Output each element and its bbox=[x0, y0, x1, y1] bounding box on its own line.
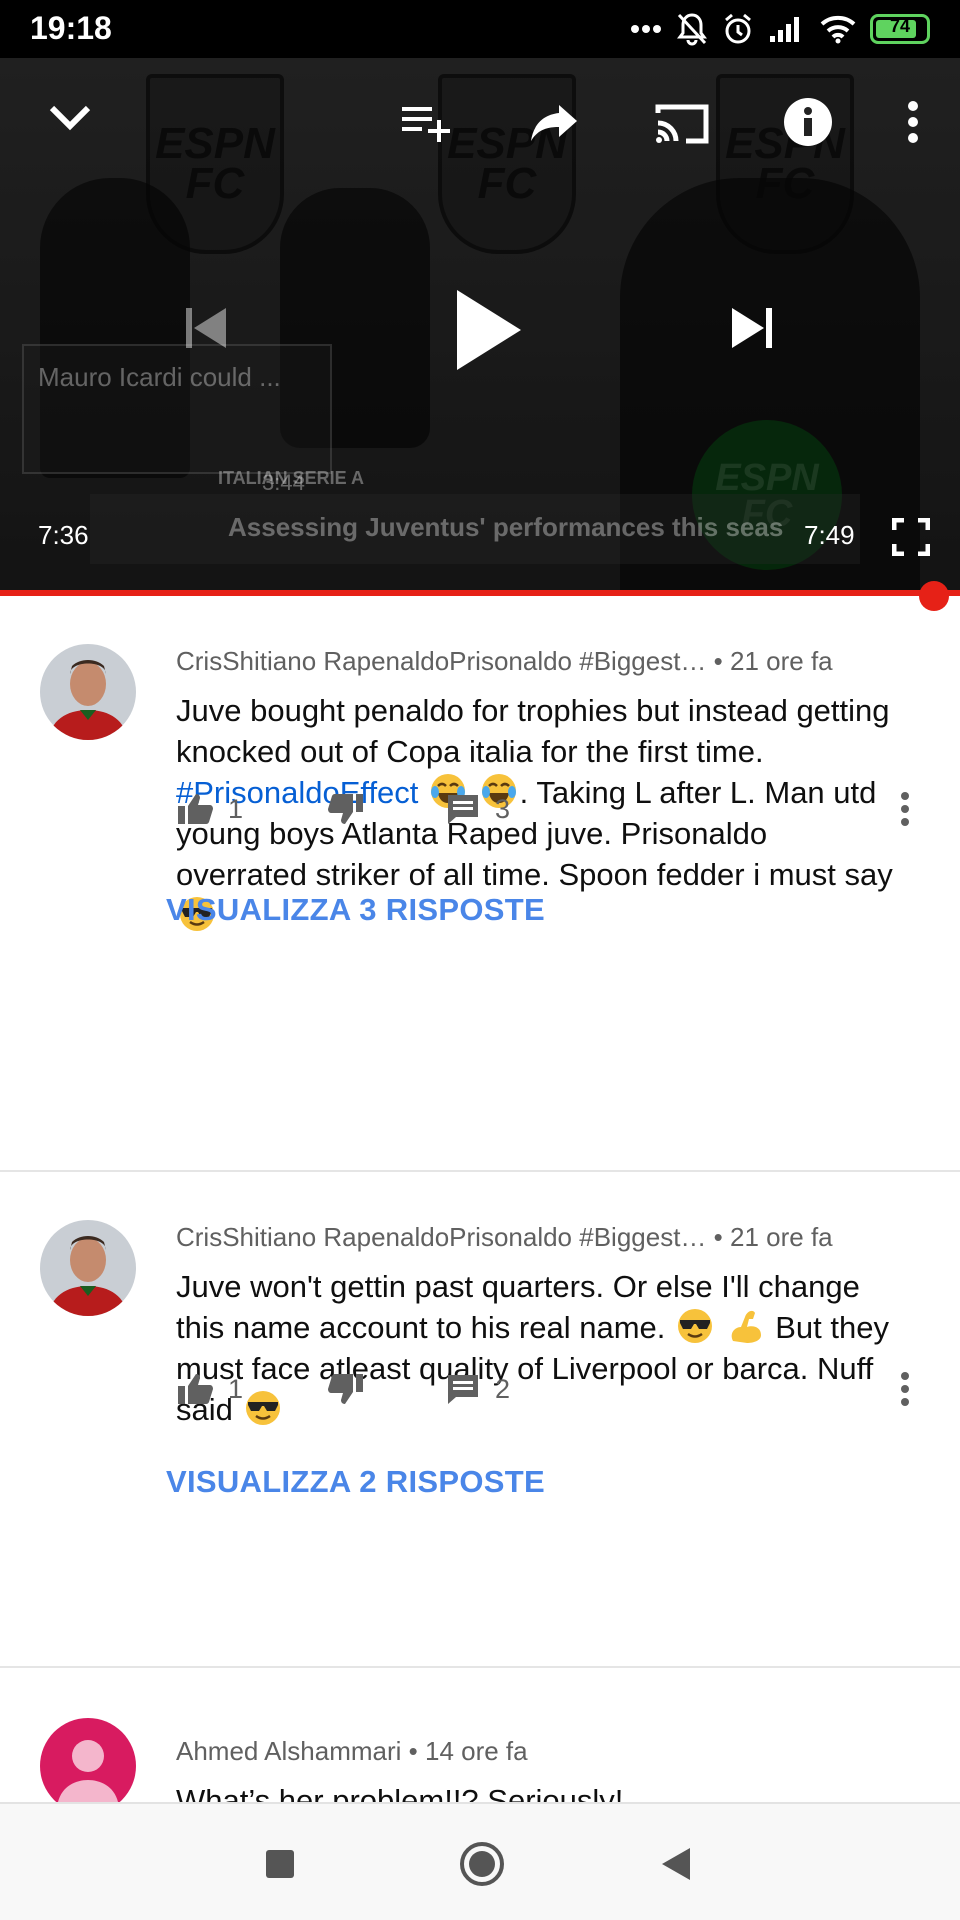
comment-icon bbox=[448, 1375, 479, 1404]
previous-icon bbox=[186, 308, 226, 348]
like-button[interactable]: 1 bbox=[176, 792, 243, 826]
endscreen-card-2[interactable]: Assessing Juventus' performances this se… bbox=[90, 494, 860, 564]
home-button[interactable] bbox=[450, 1832, 514, 1896]
like-button[interactable]: 1 bbox=[176, 1372, 243, 1406]
more-vert-icon bbox=[901, 792, 909, 826]
info-icon bbox=[784, 98, 832, 146]
comment-icon bbox=[448, 795, 479, 824]
cast-button[interactable] bbox=[650, 98, 714, 148]
system-navigation-bar bbox=[0, 1802, 960, 1920]
endscreen-title-1: Mauro Icardi could ... bbox=[38, 362, 281, 392]
progress-bar[interactable] bbox=[0, 590, 960, 596]
avatar[interactable] bbox=[40, 1718, 136, 1802]
video-player[interactable]: ESPN FC ESPN FC ESPN FC ESPN FC Mauro Ic… bbox=[0, 58, 960, 590]
share-button[interactable] bbox=[524, 98, 584, 148]
reply-count: 2 bbox=[495, 1373, 511, 1404]
player-more-button[interactable] bbox=[890, 94, 936, 150]
comment-author[interactable]: Ahmed Alshammari bbox=[176, 1736, 401, 1766]
comment-text: What’s her problem!!? Seriously! bbox=[176, 1783, 624, 1802]
divider bbox=[0, 1170, 960, 1172]
alarm-icon bbox=[725, 13, 751, 44]
play-button[interactable] bbox=[440, 280, 536, 380]
comment-actions: 1 3 bbox=[176, 784, 510, 834]
sunglasses-emoji-icon bbox=[678, 1309, 712, 1343]
view-replies-link[interactable]: VISUALIZZA 2 RISPOSTE bbox=[166, 1464, 545, 1500]
view-replies-link[interactable]: VISUALIZZA 3 RISPOSTE bbox=[166, 892, 545, 928]
comment-actions: 1 2 bbox=[176, 1364, 510, 1414]
wifi-icon bbox=[820, 15, 856, 44]
chevron-down-icon bbox=[49, 105, 91, 131]
comment-age: • 21 ore fa bbox=[713, 646, 833, 676]
signal-icon bbox=[770, 17, 799, 42]
reply-button[interactable]: 3 bbox=[445, 792, 510, 826]
user-avatar-image bbox=[40, 1220, 136, 1316]
thumb-down-icon bbox=[328, 1374, 364, 1404]
comment-author[interactable]: CrisShitiano RapenaldoPrisonaldo #Bigges… bbox=[176, 646, 706, 676]
avatar[interactable] bbox=[40, 1220, 136, 1316]
share-icon bbox=[531, 105, 577, 141]
fullscreen-icon bbox=[892, 518, 930, 556]
mute-bell-icon bbox=[677, 13, 707, 46]
reply-button[interactable]: 2 bbox=[445, 1372, 510, 1406]
progress-scrubber[interactable] bbox=[919, 581, 949, 611]
battery-icon: 74 bbox=[870, 14, 930, 44]
more-notifications-icon bbox=[631, 25, 661, 33]
thumb-down-icon bbox=[328, 794, 364, 824]
reply-count: 3 bbox=[495, 793, 511, 824]
current-time: 7:36 bbox=[38, 520, 89, 550]
comment-thread: Ahmed Alshammari • 14 ore fa What’s her … bbox=[0, 1668, 960, 1802]
comment-age: • 14 ore fa bbox=[408, 1736, 528, 1766]
battery-level: 74 bbox=[889, 16, 911, 36]
previous-button[interactable] bbox=[176, 298, 236, 358]
comment-author-meta: CrisShitiano RapenaldoPrisonaldo #Bigges… bbox=[176, 1222, 833, 1253]
thumb-up-icon bbox=[178, 794, 213, 824]
dislike-button[interactable] bbox=[327, 792, 365, 826]
next-button[interactable] bbox=[722, 298, 782, 358]
comment-more-button[interactable] bbox=[890, 784, 920, 834]
add-to-queue-button[interactable] bbox=[396, 98, 456, 148]
add-to-queue-icon bbox=[402, 107, 450, 142]
like-count: 1 bbox=[228, 1373, 244, 1404]
dislike-button[interactable] bbox=[327, 1372, 365, 1406]
comment-text-part: Juve bought penaldo for trophies but ins… bbox=[176, 693, 890, 769]
home-circle-icon bbox=[460, 1842, 504, 1886]
like-count: 1 bbox=[228, 793, 244, 824]
avatar[interactable] bbox=[40, 644, 136, 740]
comment-more-button[interactable] bbox=[890, 1364, 920, 1414]
more-vert-icon bbox=[908, 101, 918, 143]
flexed-biceps-emoji-icon bbox=[731, 1310, 761, 1343]
comment-age: • 21 ore fa bbox=[713, 1222, 833, 1252]
back-triangle-icon bbox=[662, 1848, 690, 1880]
minimize-button[interactable] bbox=[40, 88, 100, 148]
comment-author-meta: Ahmed Alshammari • 14 ore fa bbox=[176, 1736, 528, 1767]
fullscreen-button[interactable] bbox=[886, 512, 936, 562]
endscreen-card-1[interactable]: Mauro Icardi could ... bbox=[22, 344, 332, 474]
more-vert-icon bbox=[901, 1372, 909, 1406]
info-button[interactable] bbox=[780, 94, 836, 150]
comment-author[interactable]: CrisShitiano RapenaldoPrisonaldo #Bigges… bbox=[176, 1222, 706, 1252]
status-icons: 74 bbox=[630, 12, 930, 46]
endscreen-title-2: Assessing Juventus' performances this se… bbox=[228, 512, 784, 542]
status-bar: 19:18 74 bbox=[0, 0, 960, 58]
status-time: 19:18 bbox=[30, 10, 112, 46]
play-icon bbox=[457, 290, 521, 370]
duration-time: 7:49 bbox=[804, 520, 855, 550]
default-user-avatar-icon bbox=[58, 1740, 118, 1802]
back-button[interactable] bbox=[646, 1834, 706, 1894]
user-avatar-image bbox=[40, 644, 136, 740]
recents-button[interactable] bbox=[250, 1834, 310, 1894]
recents-square-icon bbox=[266, 1850, 294, 1878]
cast-icon bbox=[655, 104, 709, 144]
thumb-up-icon bbox=[178, 1374, 213, 1404]
endscreen-duration: 3:44 bbox=[262, 470, 305, 495]
comment-author-meta: CrisShitiano RapenaldoPrisonaldo #Bigges… bbox=[176, 646, 833, 677]
next-icon bbox=[732, 308, 772, 348]
